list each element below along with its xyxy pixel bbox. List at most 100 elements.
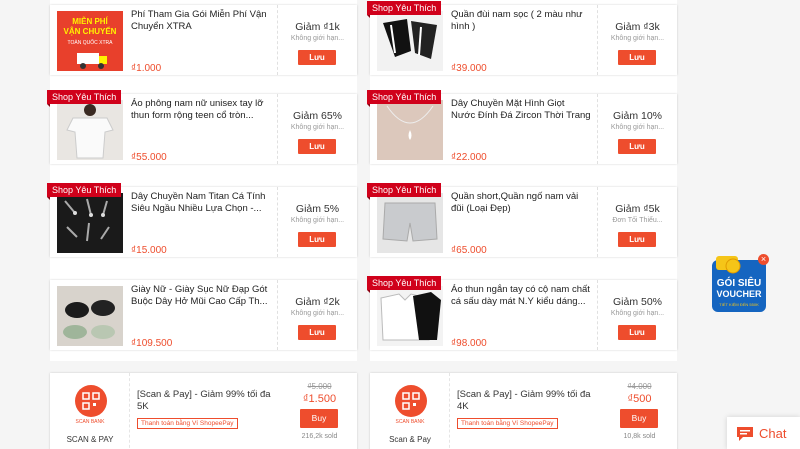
voucher-thumbnail <box>377 193 443 253</box>
voucher-card[interactable]: Shop Yêu Thích Quần đùi nam sọc ( 2 màu … <box>367 1 677 75</box>
shopeepay-tag: Thanh toán bằng Ví ShopeePay <box>137 418 238 429</box>
thumb-text: MIỄN PHÍ <box>72 17 108 26</box>
scanpay-voucher-card[interactable]: SCAN BANK SCAN & PAY [Scan & Pay] - Giảm… <box>50 373 357 449</box>
voucher-card[interactable]: Shop Yêu Thích Dây Chuyền Mặt Hình Giọt … <box>367 90 677 164</box>
buy-button[interactable]: Buy <box>620 409 658 428</box>
voucher-discount: Giảm 65% <box>292 110 343 122</box>
scanpay-voucher-card[interactable]: SCAN BANK Scan & Pay [Scan & Pay] - Giảm… <box>370 373 677 449</box>
qr-scan-icon <box>75 385 107 417</box>
voucher-limit: Không giới hạn... <box>610 310 665 317</box>
voucher-price: ₫98.000 <box>451 338 487 349</box>
save-button[interactable]: Lưu <box>298 325 336 340</box>
voucher-card[interactable]: Shop Yêu Thích Quần short,Quần ngố nam v… <box>367 183 677 257</box>
voucher-limit: Không giới hạn... <box>290 310 345 317</box>
qr-code-icon <box>82 392 100 410</box>
voucher-limit: Không giới hạn... <box>290 124 345 131</box>
scanpay-logo-area: SCAN BANK SCAN & PAY <box>50 373 130 449</box>
scanpay-label: Scan & Pay <box>389 435 431 444</box>
scanpay-title: [Scan & Pay] - Giảm 99% tối đa 5K <box>137 389 271 412</box>
voucher-limit: Không giới hạn... <box>610 35 665 42</box>
shop-favorite-badge: Shop Yêu Thích <box>367 276 442 293</box>
banner-line1: GÓI SIÊU <box>716 278 762 289</box>
sold-count: 216,2k sold <box>301 433 338 440</box>
voucher-thumbnail: MIỄN PHÍ VẬN CHUYỂN TOÀN QUỐC XTRA <box>57 11 123 71</box>
new-price: ₫1.500 <box>302 393 337 405</box>
voucher-discount: Giảm ₫3k <box>615 21 660 33</box>
voucher-thumbnail <box>57 286 123 346</box>
tshirt-model-image <box>66 104 114 159</box>
polo-shirt-image <box>380 292 441 341</box>
voucher-thumbnail <box>377 286 443 346</box>
shop-favorite-badge: Shop Yêu Thích <box>47 183 122 200</box>
voucher-thumbnail <box>377 11 443 71</box>
voucher-price: ₫55.000 <box>131 152 167 163</box>
voucher-card[interactable]: Shop Yêu Thích Dây Chuyền Nam Titan Cá T… <box>47 183 357 257</box>
shop-favorite-badge: Shop Yêu Thích <box>47 90 122 107</box>
shopeepay-tag: Thanh toán bằng Ví ShopeePay <box>457 418 558 429</box>
shorts-image <box>382 202 438 242</box>
voucher-limit: Không giới hạn... <box>290 35 345 42</box>
scanpay-title: [Scan & Pay] - Giảm 99% tối đa 4K <box>457 389 591 412</box>
voucher-discount: Giảm 5% <box>295 203 340 215</box>
qr-scan-icon <box>395 385 427 417</box>
sold-count: 10,8k sold <box>623 433 656 440</box>
voucher-discount: Giảm ₫2k <box>295 296 340 308</box>
new-price: ₫500 <box>627 393 652 405</box>
voucher-limit: Không giới hạn... <box>610 124 665 131</box>
voucher-price: ₫22.000 <box>451 152 487 163</box>
voucher-title: Dây Chuyền Mặt Hình Giọt Nước Đính Đá Zi… <box>451 98 591 121</box>
close-icon[interactable]: × <box>758 254 769 265</box>
voucher-price: ₫15.000 <box>131 245 167 256</box>
thumb-text: VẬN CHUYỂN <box>63 27 117 36</box>
save-button[interactable]: Lưu <box>618 232 656 247</box>
save-button[interactable]: Lưu <box>618 139 656 154</box>
shop-favorite-badge: Shop Yêu Thích <box>367 90 442 107</box>
chat-label: Chat <box>759 426 787 441</box>
necklace-image <box>386 105 434 140</box>
floating-voucher-banner[interactable]: GÓI SIÊU VOUCHER TIẾT KIỆM ĐẾN 550K × <box>708 254 770 314</box>
shorts-image <box>383 19 437 59</box>
qr-code-icon <box>402 392 420 410</box>
buy-button[interactable]: Buy <box>300 409 338 428</box>
voucher-price: ₫109.500 <box>131 338 173 349</box>
voucher-thumbnail <box>57 193 123 253</box>
voucher-card[interactable]: Shop Yêu Thích Áo thun ngắn tay có cộ na… <box>367 276 677 350</box>
chat-icon <box>737 427 753 441</box>
voucher-discount: Giảm 50% <box>612 296 663 308</box>
scanpay-label: SCAN & PAY <box>66 435 114 444</box>
voucher-limit: Không giới hạn... <box>290 217 345 224</box>
old-price: ₫5.000 <box>307 382 332 391</box>
voucher-title: Áo thun ngắn tay có cộ nam chất cá sấu d… <box>451 284 590 307</box>
sandals-image <box>63 300 115 339</box>
save-button[interactable]: Lưu <box>618 325 656 340</box>
voucher-title: Quần short,Quần ngố nam vải đũi (Loại Đẹ… <box>451 191 579 214</box>
voucher-card[interactable]: Giày Nữ - Giày Sục Nữ Đạp Gót Buộc Dây H… <box>50 280 357 350</box>
shop-favorite-badge: Shop Yêu Thích <box>367 183 442 200</box>
voucher-page: MIỄN PHÍ VẬN CHUYỂN TOÀN QUỐC XTRA Phí T… <box>0 0 800 449</box>
old-price: ₫4.000 <box>627 382 652 391</box>
shop-favorite-badge: Shop Yêu Thích <box>367 1 442 18</box>
voucher-card[interactable]: Shop Yêu Thích Áo phông nam nữ unisex ta… <box>47 90 357 164</box>
voucher-limit: Đơn Tối Thiểu... <box>612 217 663 224</box>
banner-line3: TIẾT KIỆM ĐẾN 550K <box>719 302 759 307</box>
voucher-discount: Giảm ₫1k <box>295 21 340 33</box>
voucher-thumbnail <box>377 100 443 160</box>
save-button[interactable]: Lưu <box>618 50 656 65</box>
save-button[interactable]: Lưu <box>298 232 336 247</box>
necklaces-grid-image <box>64 198 110 242</box>
save-button[interactable]: Lưu <box>298 50 336 65</box>
voucher-price: ₫39.000 <box>451 63 487 74</box>
voucher-title: Dây Chuyền Nam Titan Cá Tính Siêu Ngầu N… <box>131 191 266 214</box>
voucher-discount: Giảm 10% <box>612 110 663 122</box>
save-button[interactable]: Lưu <box>298 139 336 154</box>
chat-button[interactable]: Chat <box>727 417 800 449</box>
voucher-title: Quần đùi nam sọc ( 2 màu như hình ) <box>451 9 583 32</box>
voucher-thumbnail <box>57 100 123 160</box>
voucher-price: ₫1.000 <box>131 63 162 74</box>
voucher-price: ₫65.000 <box>451 245 487 256</box>
voucher-discount: Giảm ₫5k <box>615 203 660 215</box>
thumb-text: TOÀN QUỐC XTRA <box>67 40 113 46</box>
qr-label: SCAN BANK <box>75 419 105 425</box>
qr-label: SCAN BANK <box>395 419 425 425</box>
voucher-card[interactable]: MIỄN PHÍ VẬN CHUYỂN TOÀN QUỐC XTRA Phí T… <box>50 5 357 75</box>
